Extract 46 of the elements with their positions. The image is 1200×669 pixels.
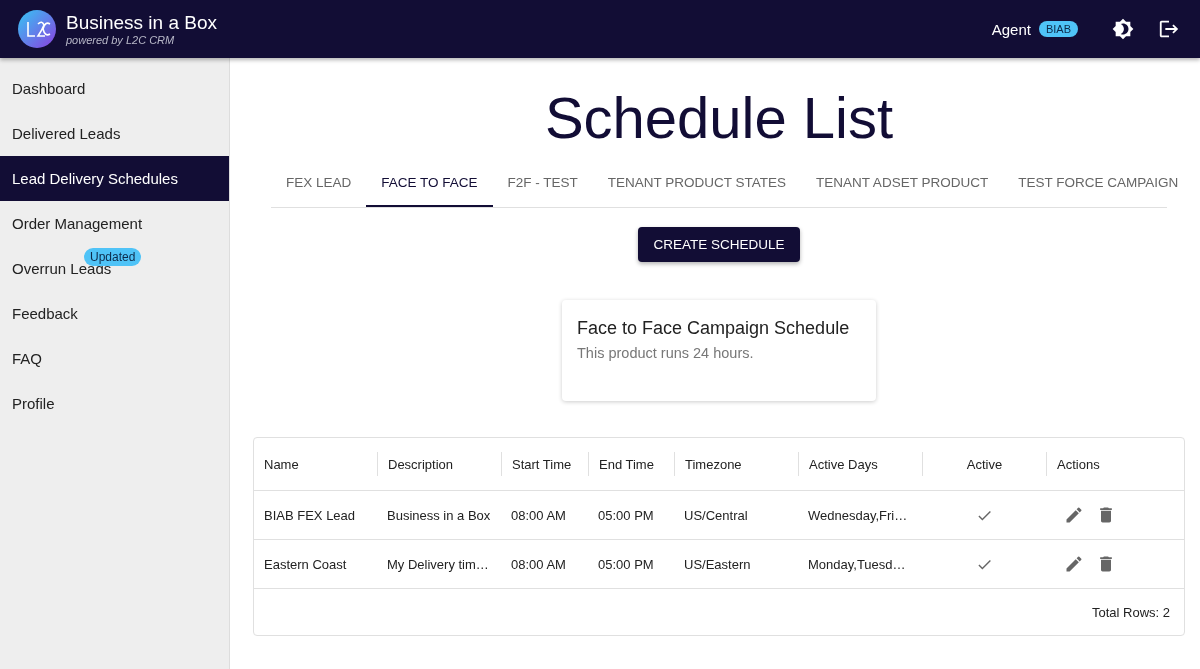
card-title: Face to Face Campaign Schedule: [577, 318, 851, 339]
tab[interactable]: TENANT PRODUCT STATES: [592, 161, 802, 207]
tab[interactable]: FEX LEAD: [271, 161, 367, 207]
table-cell-text: BIAB FEX Lead: [263, 507, 357, 523]
tab[interactable]: FACE TO FACE: [366, 161, 493, 207]
sidebar-item[interactable]: Delivered Leads: [0, 111, 229, 156]
table-cell-text: My Delivery tim…: [386, 556, 490, 572]
tab[interactable]: TENANT ADSET PRODUCT: [801, 161, 1004, 207]
sidebar-item[interactable]: Lead Delivery Schedules: [0, 156, 229, 201]
table-cell-text: Monday,Tuesd…: [807, 556, 907, 572]
column-header: Active: [922, 452, 1046, 476]
app-title: Business in a Box: [66, 12, 218, 34]
sidebar-item[interactable]: Order Management: [0, 201, 229, 246]
card-text: This product runs 24 hours.: [577, 345, 755, 361]
column-header: End Time: [588, 452, 674, 476]
column-header: Description: [377, 452, 501, 476]
table-cell-text: Eastern Coast: [263, 556, 348, 572]
column-header: Active Days: [798, 452, 922, 476]
column-header: Actions: [1046, 452, 1184, 476]
create-schedule-button[interactable]: CREATE SCHEDULE: [638, 227, 800, 262]
table-cell-text: 08:00 AM: [510, 556, 567, 572]
app-subtitle: powered by L2C CRM: [66, 34, 176, 46]
column-header: Start Time: [501, 452, 588, 476]
page-title: Schedule List: [544, 84, 894, 151]
sidebar-item[interactable]: Dashboard: [0, 66, 229, 111]
table-cell-text: 05:00 PM: [597, 507, 655, 523]
tab[interactable]: TEST FORCE CAMPAIGN: [1003, 161, 1194, 207]
sidebar-item[interactable]: Profile: [0, 381, 229, 426]
table-cell-text: US/Central: [683, 507, 749, 523]
column-header: Timezone: [674, 452, 798, 476]
column-header: Name: [263, 455, 300, 474]
total-rows: Total Rows: 2: [1091, 604, 1170, 620]
table-cell-text: Wednesday,Fri…: [807, 507, 909, 523]
user-role: Agent: [991, 20, 1031, 38]
table-cell-text: 05:00 PM: [597, 556, 655, 572]
sidebar-item[interactable]: FAQ: [0, 336, 229, 381]
updated-badge: Updated: [84, 248, 142, 266]
logo-icon: [18, 10, 56, 48]
sidebar-item[interactable]: Feedback: [0, 291, 229, 336]
table-cell-text: US/Eastern: [683, 556, 752, 572]
tab[interactable]: F2F - TEST: [492, 161, 593, 207]
table-cell-text: 08:00 AM: [510, 507, 567, 523]
role-badge: BIAB: [1038, 21, 1078, 37]
theme-toggle-icon[interactable]: [1110, 16, 1136, 42]
table-cell-text: Business in a Box: [386, 507, 492, 523]
sidebar-item[interactable]: Overrun Leads Updated: [0, 246, 229, 291]
